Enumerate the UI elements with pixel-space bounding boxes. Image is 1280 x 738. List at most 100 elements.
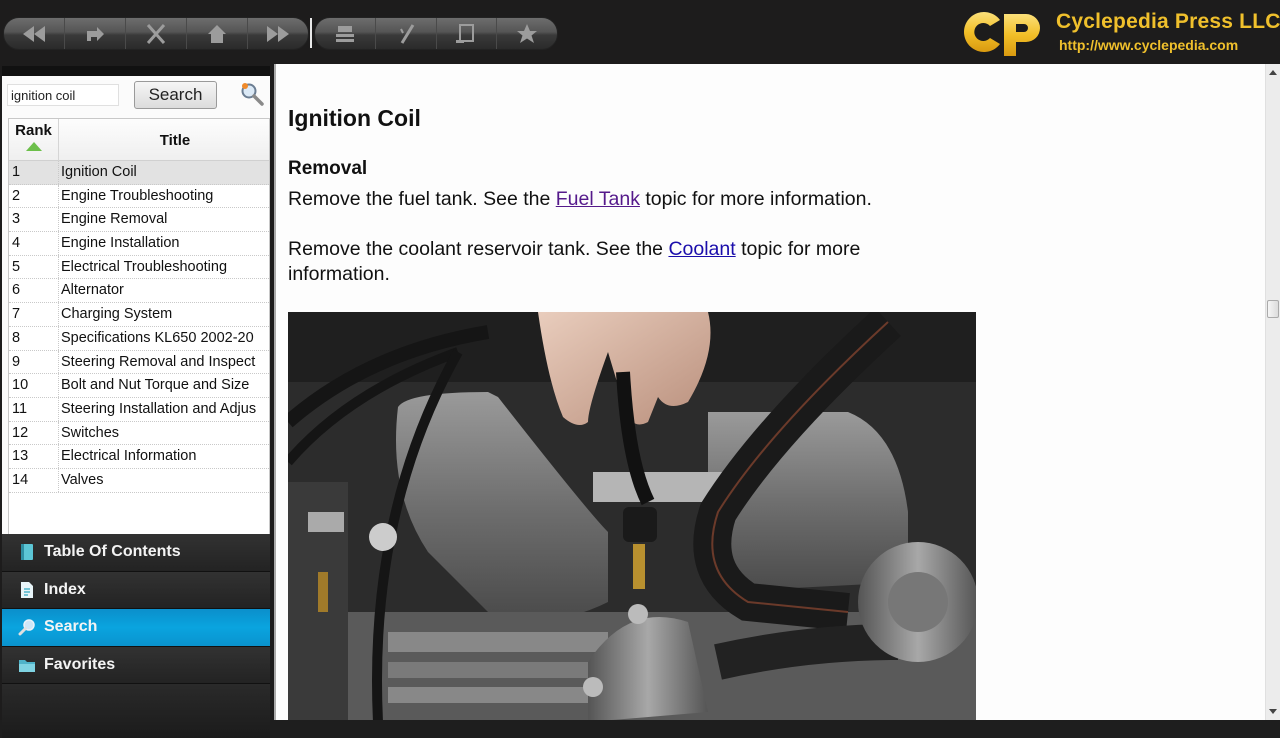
left-panel: Search Rank Title 1Ignition Coil2Engine … — [0, 64, 274, 738]
result-row[interactable]: 3 Engine Removal — [9, 208, 269, 233]
engine-image-illustration — [288, 312, 976, 720]
close-icon — [146, 23, 166, 44]
brand-name: Cyclepedia Press LLC — [1056, 10, 1280, 33]
result-row[interactable]: 8 Specifications KL650 2002-20 — [9, 326, 269, 351]
result-rank: 10 — [9, 374, 59, 397]
result-title: Bolt and Nut Torque and Size — [61, 377, 250, 394]
result-title: Engine Removal — [61, 211, 168, 228]
result-rank: 1 — [9, 161, 59, 184]
nav-item-index[interactable]: Index — [2, 571, 270, 609]
refresh-button[interactable] — [65, 18, 126, 49]
rewind-icon — [23, 25, 45, 42]
scroll-up-icon[interactable] — [1269, 70, 1277, 75]
fuel-tank-link[interactable]: Fuel Tank — [556, 188, 640, 210]
document-icon — [21, 581, 33, 598]
result-row[interactable]: 10 Bolt and Nut Torque and Size — [9, 374, 269, 398]
print-icon — [335, 25, 354, 42]
nav-item-favorites[interactable]: Favorites — [2, 646, 270, 684]
result-rank: 9 — [9, 350, 59, 374]
result-rank: 12 — [9, 421, 59, 445]
folder-icon — [19, 659, 35, 672]
nav-item-table-of-contents[interactable]: Table Of Contents — [2, 534, 270, 572]
forward-button[interactable] — [248, 18, 308, 49]
scrollbar-thumb[interactable] — [1267, 300, 1279, 318]
result-row[interactable]: 13 Electrical Information — [9, 445, 269, 469]
result-title: Switches — [61, 424, 120, 441]
magnifier-icon — [18, 619, 35, 636]
result-row[interactable]: 9 Steering Removal and Inspect — [9, 350, 269, 375]
result-rank: 6 — [9, 279, 59, 303]
section-heading: Removal — [288, 158, 368, 179]
result-title: Electrical Information — [61, 448, 197, 465]
fast-forward-icon — [267, 25, 289, 42]
search-input[interactable] — [7, 84, 119, 106]
result-row[interactable]: 5 Electrical Troubleshooting — [9, 255, 269, 280]
nav-item-search[interactable]: Search — [2, 609, 270, 647]
result-title: Electrical Troubleshooting — [61, 258, 228, 275]
print-button[interactable] — [315, 18, 376, 49]
back-button[interactable] — [4, 18, 65, 49]
result-row[interactable]: 14 Valves — [9, 468, 269, 493]
result-rank: 2 — [9, 184, 59, 208]
search-pane: Search Rank Title 1Ignition Coil2Engine … — [2, 76, 270, 588]
result-row[interactable]: 12 Switches — [9, 421, 269, 446]
paragraph: Remove the coolant reservoir tank. See t… — [288, 238, 861, 285]
result-title: Steering Removal and Inspect — [61, 353, 256, 370]
highlight-button[interactable] — [376, 18, 437, 49]
results-header: Rank Title — [9, 119, 269, 161]
result-row[interactable]: 1 Ignition Coil — [9, 161, 269, 185]
results-table: Rank Title 1 Ignition Coil 2 Engine Trouble… — [8, 118, 270, 566]
results-rows: 1 Ignition Coil 2 Engine Troubleshooting 3 En… — [9, 161, 269, 493]
home-button[interactable] — [187, 18, 248, 49]
page-title: Ignition Coil — [288, 105, 421, 131]
result-rank: 14 — [9, 468, 59, 492]
result-rank: 8 — [9, 326, 59, 350]
result-title: Specifications KL650 2002-20 — [61, 329, 254, 346]
vertical-scrollbar[interactable] — [1265, 64, 1280, 720]
home-icon — [208, 24, 226, 43]
result-rank: 13 — [9, 445, 59, 468]
result-rank: 5 — [9, 255, 59, 279]
window-icon — [456, 23, 475, 43]
column-header-title[interactable]: Title — [59, 119, 269, 161]
tools-toolbar — [314, 17, 558, 50]
result-title: Charging System — [61, 306, 173, 323]
brand-logo[interactable]: Cyclepedia Press LLC http://www.cycleped… — [956, 6, 1280, 58]
result-row[interactable]: 7 Charging System — [9, 303, 269, 327]
result-title: Valves — [61, 471, 104, 488]
result-rank: 11 — [9, 397, 59, 421]
result-title: Steering Installation and Adjus — [61, 400, 257, 417]
result-row[interactable]: 11 Steering Installation and Adjus — [9, 397, 269, 422]
result-title: Engine Troubleshooting — [61, 187, 214, 204]
scroll-down-icon[interactable] — [1269, 709, 1277, 714]
result-title: Ignition Coil — [61, 164, 137, 180]
sort-ascending-icon — [25, 142, 42, 151]
star-icon — [517, 23, 538, 43]
panel-titlebar — [2, 66, 270, 76]
favorite-button[interactable] — [497, 18, 557, 49]
result-row[interactable]: 4 Engine Installation — [9, 232, 269, 256]
result-row[interactable]: 2 Engine Troubleshooting — [9, 184, 269, 209]
search-button[interactable]: Search — [134, 81, 217, 109]
result-row[interactable]: 6 Alternator — [9, 279, 269, 304]
nav-footer — [2, 684, 270, 738]
result-title: Alternator — [61, 282, 124, 299]
stop-button[interactable] — [126, 18, 187, 49]
navigation-toolbar — [3, 17, 309, 50]
coolant-link[interactable]: Coolant — [668, 238, 735, 260]
search-options-icon[interactable] — [238, 80, 266, 108]
result-rank: 7 — [9, 303, 59, 326]
result-rank: 4 — [9, 232, 59, 255]
book-icon — [21, 544, 33, 561]
nav-menu: Table Of Contents Index Search Favorites — [2, 534, 270, 738]
window-button[interactable] — [437, 18, 498, 49]
pen-icon — [399, 23, 414, 44]
content-pane: Ignition Coil Removal Remove the fuel ta… — [274, 64, 1280, 720]
toolbar-separator — [310, 18, 312, 48]
brand-url[interactable]: http://www.cyclepedia.com — [1059, 37, 1238, 53]
engine-photo — [288, 312, 976, 720]
cp-logo-icon — [964, 11, 1040, 56]
column-header-rank[interactable]: Rank — [9, 119, 59, 161]
refresh-icon — [87, 26, 104, 41]
result-title: Engine Installation — [61, 235, 180, 252]
